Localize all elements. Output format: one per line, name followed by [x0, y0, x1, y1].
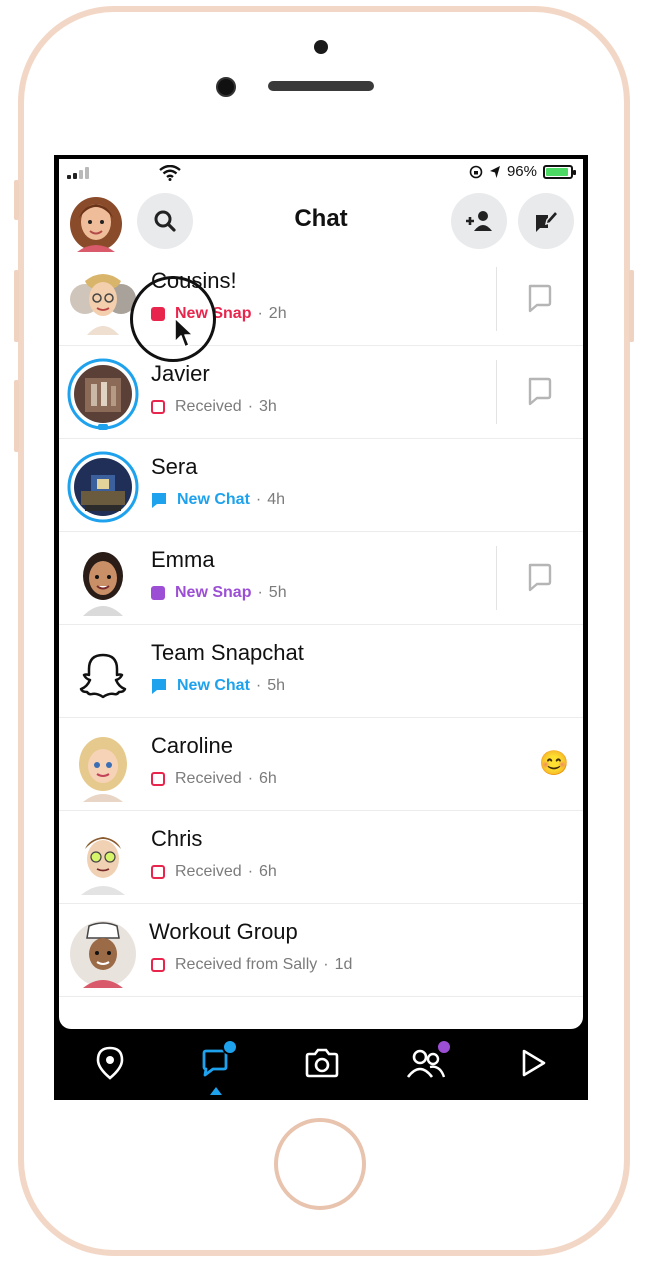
volume-up-button — [14, 270, 19, 342]
chat-name: Team Snapchat — [151, 640, 304, 665]
separator-dot: · — [323, 956, 329, 973]
chat-status: Received from Sally — [175, 956, 318, 973]
location-arrow-icon — [489, 165, 500, 178]
new-chat-status-icon — [152, 493, 166, 508]
bitmoji-avatar — [83, 552, 123, 616]
chat-status: Received — [175, 770, 242, 787]
new-chat-status-icon — [152, 679, 166, 694]
new-chat-icon — [536, 209, 559, 232]
screen: 96% Chat Cousins! New Snap · 2h Javier R… — [54, 155, 588, 1100]
reply-camera-icon[interactable] — [525, 376, 553, 406]
chat-status: New Chat — [177, 677, 250, 694]
separator-dot: · — [247, 863, 254, 880]
tab-discover[interactable] — [513, 1043, 553, 1083]
chat-name: Chris — [151, 826, 203, 851]
reply-camera-icon[interactable] — [525, 283, 553, 313]
chat-time: 3h — [259, 398, 277, 415]
tab-chat[interactable] — [196, 1039, 238, 1095]
separator-dot: · — [255, 491, 262, 508]
friends-notification-badge — [436, 1039, 452, 1055]
chat-time: 4h — [267, 491, 286, 508]
front-camera — [216, 77, 236, 97]
proximity-sensor — [314, 40, 328, 54]
received-snap-icon — [151, 772, 165, 786]
chat-name: Emma — [151, 547, 215, 572]
battery-icon — [543, 164, 576, 179]
mute-switch — [14, 180, 19, 220]
group-avatar — [70, 274, 136, 335]
discover-icon — [522, 1049, 546, 1077]
chat-time: 5h — [268, 584, 287, 601]
mouse-cursor-icon — [174, 317, 194, 348]
separator-dot: · — [257, 584, 263, 601]
chat-row-javier[interactable]: Javier Received · 3h — [59, 346, 583, 439]
battery-percent: 96% — [506, 163, 537, 180]
tab-camera[interactable] — [302, 1043, 342, 1083]
status-bar: 96% — [59, 159, 583, 189]
tab-friends[interactable] — [406, 1039, 452, 1083]
separator-dot: · — [255, 677, 262, 694]
chat-time: 6h — [259, 863, 277, 880]
chat-name: Sera — [151, 454, 198, 479]
chat-row-team-snapchat[interactable]: Team Snapchat New Chat · 5h — [59, 625, 583, 718]
chat-name: Javier — [151, 361, 210, 386]
signal-icon — [67, 167, 89, 179]
new-video-snap-icon — [151, 586, 165, 600]
chat-status: New Snap — [175, 584, 252, 601]
separator-dot: · — [247, 398, 254, 415]
group-avatar — [70, 921, 136, 988]
chat-status: Received — [175, 398, 242, 415]
story-avatar — [67, 451, 139, 523]
camera-icon — [305, 1048, 339, 1078]
received-snap-icon — [151, 958, 165, 972]
chat-row-caroline[interactable]: Caroline Received · 6h 😊 — [59, 718, 583, 811]
chat-row-workout-group[interactable]: Workout Group Received from Sally · 1d — [59, 904, 583, 997]
chat-status: Received — [175, 863, 242, 880]
add-friend-button[interactable] — [451, 193, 507, 249]
chat-row-sera[interactable]: Sera New Chat · 4h — [59, 439, 583, 532]
bitmoji-avatar — [81, 837, 125, 895]
received-snap-icon — [151, 400, 165, 414]
bottom-tab-bar — [54, 1029, 588, 1100]
chat-screen: 96% Chat Cousins! New Snap · 2h Javier R… — [59, 159, 583, 1029]
chat-row-emma[interactable]: Emma New Snap · 5h — [59, 532, 583, 625]
chat-time: 1d — [334, 956, 353, 973]
separator-dot: · — [247, 770, 254, 787]
ghost-logo-icon — [79, 653, 127, 699]
divider — [496, 360, 497, 424]
new-chat-button[interactable] — [518, 193, 574, 249]
reply-camera-icon[interactable] — [525, 562, 553, 592]
earpiece-speaker — [268, 81, 374, 91]
divider — [496, 267, 497, 331]
chat-status: New Chat — [177, 491, 250, 508]
volume-down-button — [14, 380, 19, 452]
map-icon — [96, 1046, 124, 1080]
add-friend-icon — [466, 211, 492, 231]
home-button[interactable] — [274, 1118, 366, 1210]
active-tab-indicator — [210, 1087, 222, 1095]
bitmoji-avatar — [79, 737, 127, 802]
chat-row-chris[interactable]: Chris Received · 6h — [59, 811, 583, 904]
divider — [496, 546, 497, 610]
tab-map[interactable] — [90, 1043, 130, 1083]
chat-time: 5h — [267, 677, 286, 694]
chat-list: Cousins! New Snap · 2h Javier Received ·… — [59, 253, 583, 997]
orientation-lock-icon — [469, 165, 483, 178]
story-avatar — [67, 358, 139, 430]
chat-time: 2h — [268, 305, 287, 322]
chat-name: Caroline — [151, 733, 233, 758]
friend-emoji-icon: 😊 — [539, 750, 569, 777]
chat-name: Workout Group — [149, 919, 298, 944]
wifi-icon — [159, 165, 181, 181]
power-button — [629, 270, 634, 342]
separator-dot: · — [257, 305, 263, 322]
received-snap-icon — [151, 865, 165, 879]
chat-notification-badge — [222, 1039, 238, 1055]
chat-time: 6h — [259, 770, 277, 787]
header: Chat — [59, 189, 583, 253]
